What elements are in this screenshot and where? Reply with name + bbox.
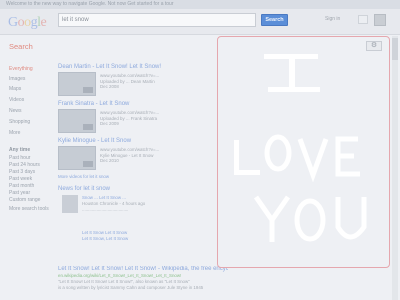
time-filter-week[interactable]: Past week [9,176,32,182]
drawn-stroke [268,87,320,92]
wiki-result-snippet: "Let It Snow! Let It Snow! Let It Snow!"… [58,279,190,284]
scrollbar[interactable] [392,36,398,300]
play-icon [83,87,93,93]
news-result[interactable]: Let It Snow, Let It Snow [82,236,128,242]
news-result[interactable]: Let It Snow Let It Snow [82,230,127,236]
drawn-stroke [294,198,326,242]
drawn-stroke [264,54,318,59]
scrollbar-thumb[interactable] [392,38,398,60]
google-logo[interactable]: Google [8,15,47,31]
more-search-tools-link[interactable]: More search tools [9,206,49,212]
time-filter-year[interactable]: Past year [9,190,30,196]
news-thumbnail[interactable] [62,195,78,213]
result-snippet: www.youtube.com/watch?v=... Uploaded by … [100,73,210,90]
time-filter-3d[interactable]: Past 3 days [9,169,35,175]
drawn-stroke [234,140,239,174]
news-title[interactable]: Snow ... Let It Snow ... [82,195,126,201]
more-videos-link[interactable]: More videos for let it snow [58,174,109,180]
drawn-stroke [264,134,292,172]
search-button[interactable]: Search [261,14,288,26]
sidebar-item-videos[interactable]: Videos [9,97,24,103]
sidebar-item-images[interactable]: Images [9,76,25,82]
result-date: Dec 2008 [100,84,119,89]
result-date: Dec 2009 [100,121,119,126]
drawn-stroke [234,170,260,175]
result-title[interactable]: Frank Sinatra - Let It Snow [58,101,129,107]
drawn-stroke [335,136,360,177]
wiki-result-snippet: is a song written by lyricist Sammy Cahn… [58,285,204,290]
sidebar-subtitle[interactable]: Any time [9,147,30,153]
search-input[interactable]: let it snow [58,13,256,27]
settings-button[interactable] [358,15,368,24]
result-title[interactable]: Kylie Minogue - Let It Snow [58,138,131,144]
sidebar-item-shopping[interactable]: Shopping [9,119,30,125]
drawn-stroke [335,197,367,240]
sidebar-item-news[interactable]: News [9,108,22,114]
time-filter-24h[interactable]: Past 24 hours [9,162,40,168]
sidebar-item-everything[interactable]: Everything [9,66,33,72]
news-heading[interactable]: News for let it snow [58,186,110,192]
sidebar-item-more[interactable]: More [9,130,20,136]
result-date: Dec 2010 [100,158,119,163]
play-icon [83,124,93,130]
sidebar-title: Search [9,42,33,51]
wiki-result-title[interactable]: Let It Snow! Let It Snow! Let It Snow! -… [58,266,228,272]
news-source: Houston Chronicle - 4 hours ago [82,201,146,206]
result-title[interactable]: Dean Martin - Let It Snow! Let It Snow! [58,64,161,70]
right-panel: ⚙ [217,36,390,268]
news-snippet: ...................................... [82,207,129,212]
wiki-result-url: en.wikipedia.org/wiki/Let_It_Snow!_Let_I… [58,273,182,278]
time-filter-custom[interactable]: Custom range [9,197,40,203]
video-thumbnail[interactable] [58,72,96,96]
notice-bar: Welcome to the new way to navigate Googl… [0,0,400,9]
drawn-stroke [253,195,291,242]
sidebar-item-maps[interactable]: Maps [9,86,21,92]
love-drawing [234,54,367,242]
drawn-stroke [297,138,329,183]
video-thumbnail[interactable] [58,146,96,170]
result-snippet: www.youtube.com/watch?v=... Kylie Minogu… [100,147,210,164]
time-filter-month[interactable]: Past month [9,183,34,189]
avatar[interactable] [374,14,386,26]
drawn-stroke [289,59,295,87]
time-filter-hour[interactable]: Past hour [9,155,30,161]
account-link[interactable]: Sign in [325,16,340,22]
play-icon [83,161,93,167]
video-thumbnail[interactable] [58,109,96,133]
result-snippet: www.youtube.com/watch?v=... Uploaded by … [100,110,210,127]
